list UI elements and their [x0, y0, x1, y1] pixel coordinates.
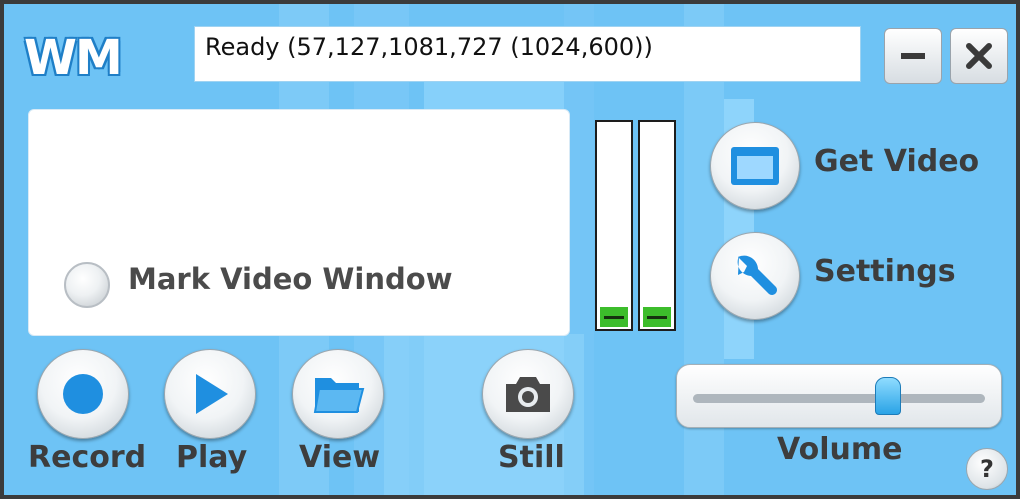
audio-meter-left [595, 120, 633, 331]
settings-label[interactable]: Settings [814, 254, 956, 289]
audio-meter-left-level [600, 307, 628, 327]
close-button[interactable] [950, 28, 1008, 84]
record-icon [63, 374, 103, 414]
close-icon [966, 43, 992, 69]
mark-video-radio[interactable] [64, 262, 110, 308]
view-button[interactable] [292, 349, 384, 439]
app-window: WM Ready (57,127,1081,727 (1024,600)) Ma… [0, 0, 1020, 499]
view-label[interactable]: View [299, 440, 380, 475]
mark-video-label[interactable]: Mark Video Window [128, 262, 452, 296]
get-video-label[interactable]: Get Video [814, 144, 979, 179]
help-button[interactable]: ? [966, 448, 1008, 490]
status-field: Ready (57,127,1081,727 (1024,600)) [194, 26, 861, 82]
minimize-button[interactable] [884, 28, 942, 84]
wrench-icon [737, 255, 777, 295]
volume-label: Volume [777, 432, 903, 467]
volume-thumb[interactable] [875, 377, 902, 415]
get-video-button[interactable] [710, 122, 800, 210]
audio-meter-right-level [643, 307, 671, 327]
still-label[interactable]: Still [498, 440, 565, 475]
window-icon [731, 147, 779, 185]
volume-slider[interactable] [676, 364, 1002, 428]
camera-icon [506, 377, 550, 412]
minus-icon [901, 53, 925, 59]
play-label[interactable]: Play [176, 440, 247, 475]
still-button[interactable] [482, 349, 574, 439]
play-icon [196, 374, 228, 414]
app-logo: WM [24, 30, 123, 86]
video-window[interactable] [28, 109, 570, 336]
settings-button[interactable] [710, 232, 800, 320]
record-label[interactable]: Record [28, 440, 146, 475]
volume-track[interactable] [693, 394, 985, 403]
play-button[interactable] [164, 349, 256, 439]
record-button[interactable] [37, 349, 129, 439]
audio-meter-right [638, 120, 676, 331]
folder-icon [313, 378, 365, 413]
